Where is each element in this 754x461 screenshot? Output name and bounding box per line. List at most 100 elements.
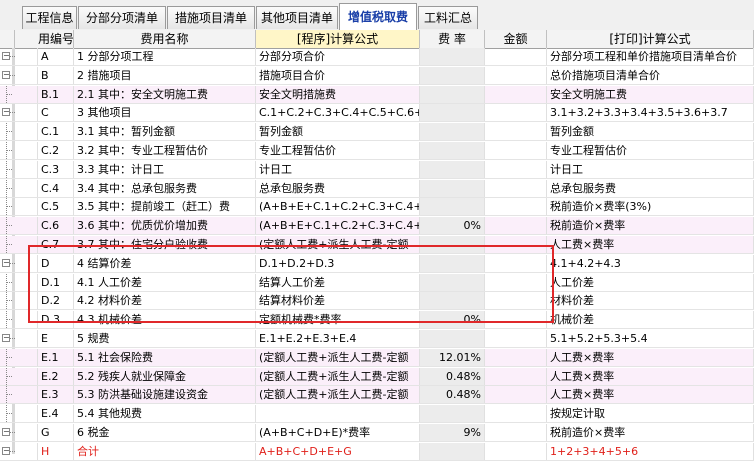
cell-formula[interactable]: E.1+E.2+E.3+E.4: [256, 330, 420, 347]
cell-print-formula[interactable]: 计日工: [547, 160, 754, 178]
cell-amount[interactable]: [485, 442, 547, 460]
cell-formula[interactable]: 计日工: [256, 160, 420, 178]
table-row[interactable]: C.4 3.4 其中：总承包服务费 总承包服务费 总承包服务费: [0, 179, 754, 198]
collapse-icon[interactable]: −: [0, 443, 15, 460]
cell-amount[interactable]: [485, 386, 547, 404]
cell-formula[interactable]: 暂列金额: [256, 123, 420, 141]
cell-amount[interactable]: [485, 123, 547, 141]
cell-formula[interactable]: (A+B+C+D+E)*费率: [256, 424, 420, 441]
collapse-icon[interactable]: −: [0, 255, 15, 272]
cell-code[interactable]: C.7: [38, 236, 74, 253]
cell-name[interactable]: 4 结算价差: [74, 254, 256, 272]
cell-print-formula[interactable]: 安全文明施工费: [547, 85, 754, 103]
cell-print-formula[interactable]: 4.1+4.2+4.3: [547, 254, 754, 272]
cell-rate[interactable]: [420, 85, 485, 103]
cell-rate[interactable]: [420, 442, 485, 460]
header-code[interactable]: 用编号: [38, 30, 74, 48]
cell-amount[interactable]: [485, 104, 547, 122]
table-row[interactable]: D.2 4.2 材料价差 结算材料价差 材料价差: [0, 292, 754, 311]
cell-print-formula[interactable]: 总承包服务费: [547, 179, 754, 197]
cell-name[interactable]: 6 税金: [74, 424, 256, 441]
cell-rate[interactable]: [420, 142, 485, 159]
cell-formula[interactable]: (定额人工费+派生人工费-定额: [256, 348, 420, 366]
cell-name[interactable]: 5.1 社会保险费: [74, 348, 256, 366]
collapse-icon[interactable]: −: [0, 67, 15, 84]
cell-rate[interactable]: [420, 273, 485, 291]
cell-amount[interactable]: [485, 348, 547, 366]
cell-rate[interactable]: [420, 198, 485, 216]
cell-print-formula[interactable]: 专业工程暂估价: [547, 142, 754, 159]
cell-name[interactable]: 3.6 其中：优质优价增加费: [74, 217, 256, 235]
table-row[interactable]: E.1 5.1 社会保险费 (定额人工费+派生人工费-定额 12.01% 人工费×费率: [0, 348, 754, 367]
cell-rate[interactable]: [420, 236, 485, 253]
cell-code[interactable]: C.1: [38, 123, 74, 141]
cell-formula[interactable]: 定额机械费*费率: [256, 311, 420, 329]
cell-print-formula[interactable]: 税前造价×费率: [547, 217, 754, 235]
cell-name[interactable]: 2 措施项目: [74, 66, 256, 84]
table-row[interactable]: − G 6 税金 (A+B+C+D+E)*费率 9% 税前造价×费率: [0, 424, 754, 442]
cell-code[interactable]: C.2: [38, 142, 74, 159]
cell-name[interactable]: 4.1 人工价差: [74, 273, 256, 291]
cell-print-formula[interactable]: 分部分项工程和单价措施项目清单合价: [547, 48, 754, 65]
cell-code[interactable]: G: [38, 424, 74, 441]
cell-print-formula[interactable]: 机械价差: [547, 311, 754, 329]
cell-amount[interactable]: [485, 405, 547, 423]
cell-formula[interactable]: 结算人工价差: [256, 273, 420, 291]
cell-amount[interactable]: [485, 160, 547, 178]
cell-print-formula[interactable]: 人工费×费率: [547, 386, 754, 404]
cell-formula[interactable]: (定额人工费+派生人工费-定额: [256, 386, 420, 404]
cell-amount[interactable]: [485, 424, 547, 441]
table-row[interactable]: C.63.6 其中：优质优价增加费(A+B+E+C.1+C.2+C.3+C.4+…: [0, 217, 754, 236]
cell-amount[interactable]: [485, 311, 547, 329]
cell-rate[interactable]: [420, 160, 485, 178]
cell-name[interactable]: 2.1 其中：安全文明施工费: [74, 85, 256, 103]
cell-name[interactable]: 5.3 防洪基础设施建设资金: [74, 386, 256, 404]
cell-name[interactable]: 3.5 其中：提前竣工（赶工）费: [74, 198, 256, 216]
cell-name[interactable]: 3.1 其中：暂列金额: [74, 123, 256, 141]
header-amount[interactable]: 金额: [485, 30, 547, 48]
cell-name[interactable]: 1 分部分项工程: [74, 48, 256, 65]
cell-name[interactable]: 3.4 其中：总承包服务费: [74, 179, 256, 197]
cell-formula[interactable]: C.1+C.2+C.3+C.4+C.5+C.6+C.7: [256, 104, 420, 122]
cell-amount[interactable]: [485, 179, 547, 197]
cell-formula[interactable]: D.1+D.2+D.3: [256, 254, 420, 272]
cell-code[interactable]: D.1: [38, 273, 74, 291]
header-name[interactable]: 费用名称: [74, 30, 256, 48]
cell-rate[interactable]: 0.48%: [420, 367, 485, 385]
cell-rate[interactable]: [420, 405, 485, 423]
cell-rate[interactable]: 9%: [420, 424, 485, 441]
cell-code[interactable]: D.3: [38, 311, 74, 329]
table-row[interactable]: − H 合计 A+B+C+D+E+G 1+2+3+4+5+6: [0, 442, 754, 461]
table-row[interactable]: − A 1 分部分项工程 分部分项合价 分部分项工程和单价措施项目清单合价: [0, 48, 754, 66]
table-row[interactable]: C.5 3.5 其中：提前竣工（赶工）费 (A+B+E+C.1+C.2+C.3+C.…: [0, 198, 754, 217]
cell-rate[interactable]: 0%: [420, 217, 485, 235]
cell-code[interactable]: E.4: [38, 405, 74, 423]
cell-amount[interactable]: [485, 48, 547, 65]
cell-formula[interactable]: (定额人工费+派生人工费-定额: [256, 236, 420, 253]
cell-print-formula[interactable]: 5.1+5.2+5.3+5.4: [547, 330, 754, 347]
cell-name[interactable]: 3.3 其中：计日工: [74, 160, 256, 178]
cell-amount[interactable]: [485, 66, 547, 84]
tab-sub-items[interactable]: 分部分项清单: [78, 6, 166, 29]
cell-code[interactable]: E.1: [38, 348, 74, 366]
table-row[interactable]: − B 2 措施项目 措施项目合价 总价措施项目清单合价: [0, 66, 754, 85]
collapse-icon[interactable]: −: [0, 104, 15, 121]
cell-name[interactable]: 3 其他项目: [74, 104, 256, 122]
cell-name[interactable]: 5 规费: [74, 330, 256, 347]
table-row[interactable]: B.1 2.1 其中：安全文明施工费 安全文明措施费 安全文明施工费: [0, 85, 754, 104]
cell-formula[interactable]: A+B+C+D+E+G: [256, 442, 420, 460]
cell-amount[interactable]: [485, 85, 547, 103]
cell-print-formula[interactable]: 材料价差: [547, 292, 754, 310]
cell-name[interactable]: 4.2 材料价差: [74, 292, 256, 310]
table-row[interactable]: − E 5 规费 E.1+E.2+E.3+E.4 5.1+5.2+5.3+5.4: [0, 330, 754, 348]
cell-name[interactable]: 5.2 残疾人就业保障金: [74, 367, 256, 385]
table-row[interactable]: E.2 5.2 残疾人就业保障金 (定额人工费+派生人工费-定额 0.48% 人工费×费…: [0, 367, 754, 386]
cell-amount[interactable]: [485, 254, 547, 272]
header-print-formula[interactable]: [打印]计算公式: [547, 30, 754, 48]
cell-formula[interactable]: (A+B+E+C.1+C.2+C.3+C.4+C.5+: [256, 217, 420, 235]
cell-rate[interactable]: 0%: [420, 311, 485, 329]
cell-amount[interactable]: [485, 236, 547, 253]
cell-code[interactable]: E.2: [38, 367, 74, 385]
cell-formula[interactable]: 分部分项合价: [256, 48, 420, 65]
cell-amount[interactable]: [485, 273, 547, 291]
